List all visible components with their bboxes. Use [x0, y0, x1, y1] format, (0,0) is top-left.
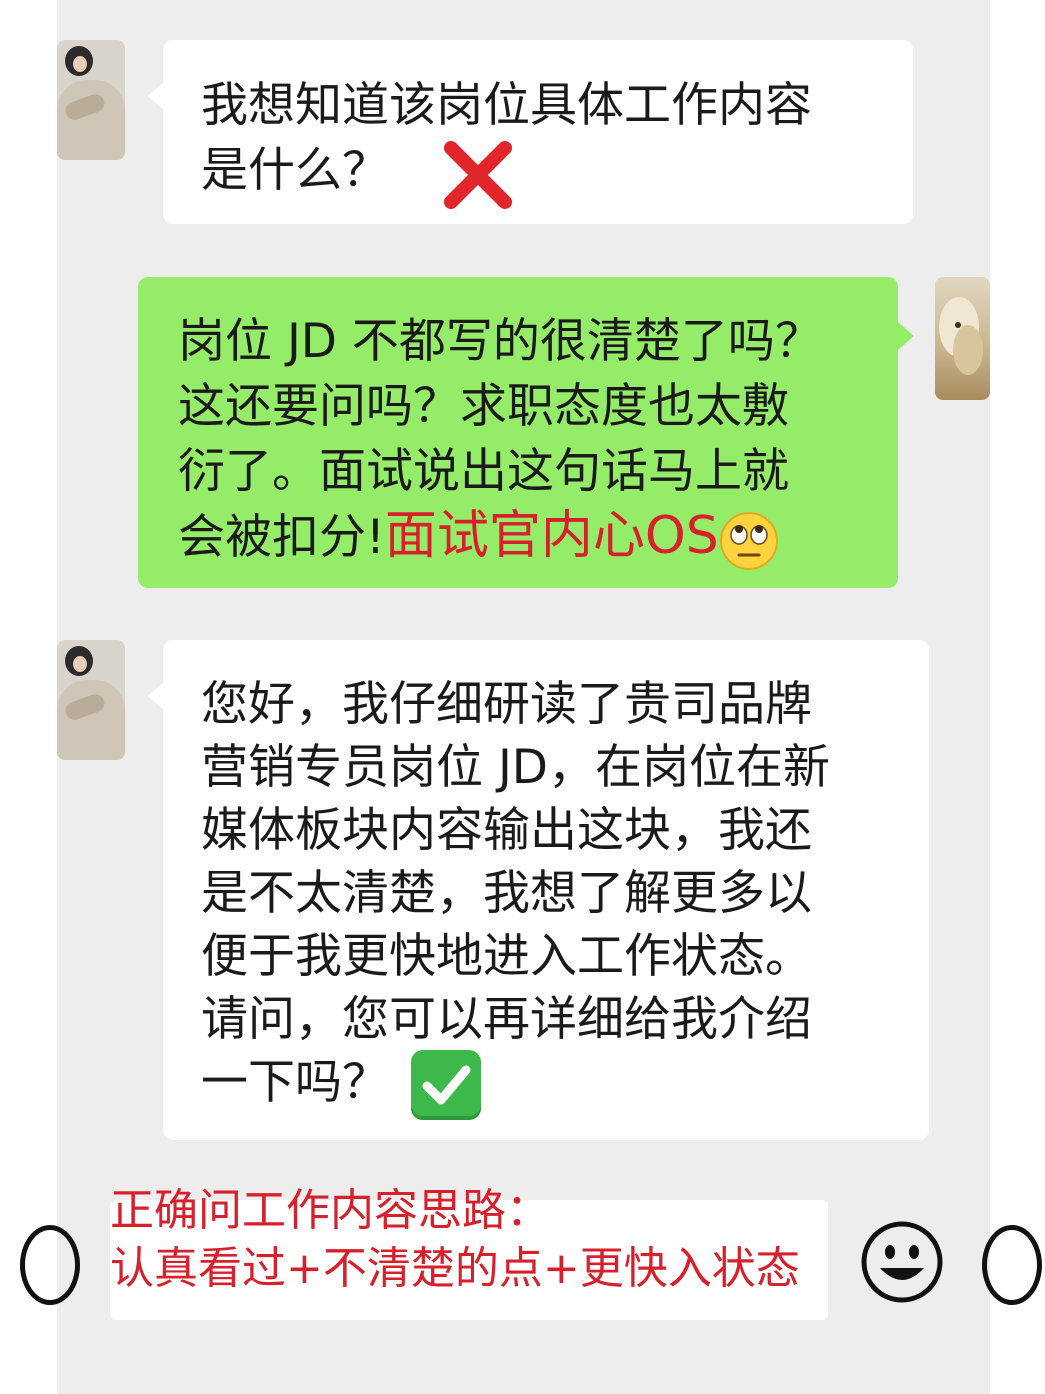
- message-line: 岗位 JD 不都写的很清楚了吗？: [178, 314, 822, 369]
- message-line: 是不太清楚，我想了解更多以: [201, 866, 812, 921]
- message-line-last: 会被扣分!: [178, 510, 385, 565]
- message-line: 媒体板块内容输出这块，我还: [201, 803, 812, 858]
- message-line: 一下吗？: [201, 1055, 389, 1110]
- message-line: 衍了。面试说出这句话马上就: [178, 444, 789, 499]
- smile-icon[interactable]: [860, 1220, 944, 1304]
- message-bubble-question-wrong[interactable]: 我想知道该岗位具体工作内容 是什么？: [163, 40, 913, 224]
- message-line: 这还要问吗？求职态度也太敷: [178, 379, 789, 434]
- message-bubble-comment[interactable]: 岗位 JD 不都写的很清楚了吗？ 这还要问吗？求职态度也太敷 衍了。面试说出这句…: [138, 277, 898, 588]
- interviewer-os-label: 面试官内心OS: [384, 506, 719, 566]
- note-body: 认真看过+不清楚的点+更快入状态: [110, 1243, 800, 1294]
- message-line: 请问，您可以再详细给我介绍: [201, 992, 812, 1047]
- message-bubble-question-right[interactable]: 您好，我仔细研读了贵司品牌 营销专员岗位 JD，在岗位在新 媒体板块内容输出这块…: [163, 640, 929, 1140]
- bubble-tail: [898, 322, 914, 350]
- plus-icon[interactable]: [982, 1225, 1042, 1305]
- message-line: 是什么？: [201, 143, 389, 198]
- avatar[interactable]: [57, 640, 125, 760]
- eye-roll-emoji: [719, 511, 778, 570]
- bubble-tail: [148, 682, 164, 710]
- note-title: 正确问工作内容思路：: [110, 1185, 550, 1236]
- voice-icon[interactable]: [20, 1225, 80, 1305]
- message-line: 我想知道该岗位具体工作内容: [201, 78, 812, 133]
- green-check-icon: [411, 1050, 481, 1120]
- message-line: 您好，我仔细研读了贵司品牌: [201, 677, 812, 732]
- bubble-tail: [148, 82, 164, 110]
- avatar[interactable]: [57, 40, 125, 160]
- avatar[interactable]: [935, 277, 990, 400]
- message-line: 营销专员岗位 JD，在岗位在新: [201, 740, 830, 795]
- message-line: 便于我更快地进入工作状态。: [201, 929, 812, 984]
- red-x-icon: [444, 141, 512, 209]
- message-line: 会被扣分!面试官内心OS: [178, 504, 779, 571]
